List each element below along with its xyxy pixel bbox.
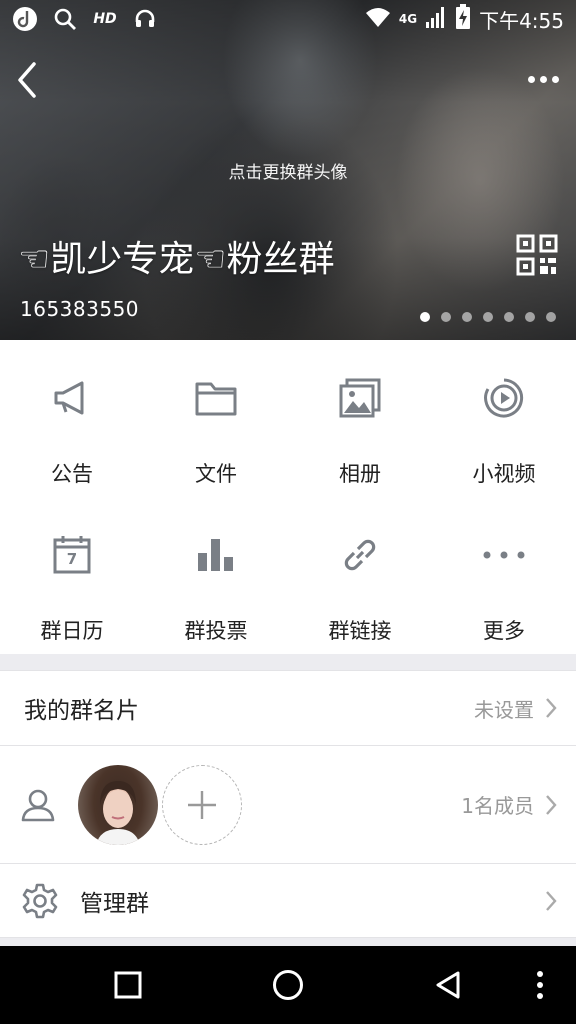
feature-label: 小视频 — [472, 462, 536, 486]
search-icon — [52, 6, 78, 32]
gear-icon — [22, 883, 58, 919]
signal-icon — [425, 5, 447, 34]
network-type-label: 4G — [398, 12, 418, 26]
feature-label: 群日历 — [40, 619, 104, 643]
chevron-left-icon — [18, 62, 36, 98]
feature-short-video[interactable]: 小视频 — [432, 340, 576, 497]
hd-icon: HD — [93, 11, 117, 27]
manage-group-label: 管理群 — [80, 890, 149, 917]
vertical-dots-icon — [537, 971, 543, 999]
group-header: HD 4G 下午4:55 点击更换群头像 ☜凯少专宠☜粉丝群 165383550 — [0, 0, 576, 340]
feature-grid: 公告 文件 相册 小视频 7 群日历 群投票 群链接 更多 — [0, 340, 576, 654]
more-options-button[interactable] — [518, 62, 568, 96]
calendar-day: 7 — [66, 550, 78, 568]
plus-icon — [188, 790, 216, 819]
headset-icon — [132, 6, 158, 32]
qr-code-button[interactable] — [516, 234, 558, 276]
system-nav-bar — [0, 946, 576, 1024]
carousel-dot — [525, 312, 535, 322]
feature-more[interactable]: 更多 — [432, 497, 576, 654]
carousel-dot — [420, 312, 430, 322]
carousel-dot — [483, 312, 493, 322]
triangle-back-icon — [436, 971, 460, 999]
carousel-dot — [441, 312, 451, 322]
members-icon — [20, 788, 58, 822]
members-row[interactable]: 1名成员 — [0, 746, 576, 864]
feature-label: 更多 — [483, 619, 525, 643]
feature-label: 群链接 — [328, 619, 392, 643]
circle-icon — [273, 970, 303, 1000]
more-dots-icon — [482, 533, 526, 577]
bar-chart-icon — [194, 533, 238, 577]
recents-button[interactable] — [88, 946, 168, 1024]
megaphone-icon — [50, 376, 94, 420]
menu-button[interactable] — [504, 946, 576, 1024]
chevron-right-icon — [546, 890, 557, 911]
group-id: 165383550 — [20, 297, 140, 321]
feature-announcement[interactable]: 公告 — [0, 340, 144, 497]
my-group-card-row[interactable]: 我的群名片 未设置 — [0, 670, 576, 746]
battery-charging-icon — [455, 3, 471, 35]
folder-icon — [194, 376, 238, 420]
feature-album[interactable]: 相册 — [288, 340, 432, 497]
feature-calendar[interactable]: 7 群日历 — [0, 497, 144, 654]
add-member-button[interactable] — [162, 764, 242, 845]
album-icon — [338, 376, 382, 420]
carousel-dot — [504, 312, 514, 322]
change-avatar-hint[interactable]: 点击更换群头像 — [0, 158, 576, 183]
wifi-icon — [365, 6, 391, 33]
more-dot-icon — [551, 75, 559, 83]
my-group-card-value: 未设置 — [474, 697, 534, 722]
my-group-card-label: 我的群名片 — [24, 698, 139, 724]
clock: 下午4:55 — [479, 8, 564, 33]
qr-code-icon — [516, 234, 558, 276]
music-app-icon — [12, 6, 38, 32]
home-button[interactable] — [248, 946, 328, 1024]
carousel-indicator — [420, 312, 556, 322]
feature-label: 公告 — [51, 462, 93, 486]
carousel-dot — [546, 312, 556, 322]
more-dot-icon — [539, 75, 547, 83]
member-count: 1名成员 — [461, 794, 534, 818]
video-play-icon — [482, 376, 526, 420]
chevron-right-icon — [546, 794, 557, 815]
square-icon — [114, 971, 142, 999]
chevron-right-icon — [546, 698, 557, 718]
manage-group-row[interactable]: 管理群 — [0, 864, 576, 938]
feature-vote[interactable]: 群投票 — [144, 497, 288, 654]
group-name: ☜凯少专宠☜粉丝群 — [18, 239, 335, 280]
feature-label: 相册 — [339, 462, 381, 486]
carousel-dot — [462, 312, 472, 322]
back-button[interactable] — [10, 60, 46, 100]
feature-label: 文件 — [195, 462, 237, 486]
more-dot-icon — [527, 75, 535, 83]
feature-link[interactable]: 群链接 — [288, 497, 432, 654]
feature-files[interactable]: 文件 — [144, 340, 288, 497]
link-icon — [338, 533, 382, 577]
member-avatar[interactable] — [78, 764, 158, 845]
calendar-icon: 7 — [50, 533, 94, 577]
status-bar: HD 4G 下午4:55 — [0, 0, 576, 38]
feature-label: 群投票 — [184, 619, 248, 643]
back-nav-button[interactable] — [408, 946, 488, 1024]
